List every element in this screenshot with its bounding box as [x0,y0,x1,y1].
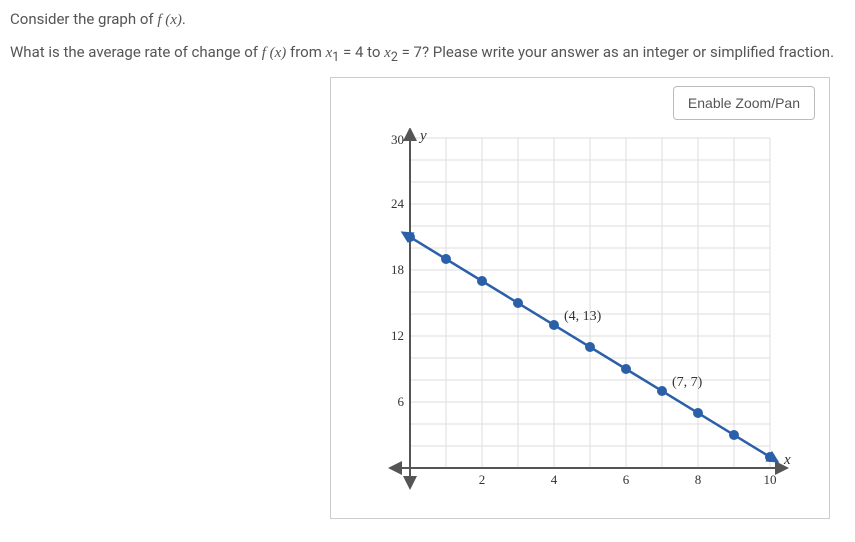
x-tick-6: 6 [623,472,630,487]
x-tick-8: 8 [695,472,702,487]
y-tick-6: 6 [398,394,405,409]
annotation-7-7: (7, 7) [672,375,703,390]
q-mid2: to [363,43,384,61]
y-tick-24: 24 [391,196,405,211]
y-tick-18: 18 [391,262,404,277]
intro-suffix: . [182,10,186,28]
intro-fn: f (x) [157,12,182,28]
q-sub2: 2 [391,50,398,65]
q-x2: x [384,45,391,61]
q-mid1: from [286,43,325,61]
q-prefix: What is the average rate of change of [10,43,262,61]
graph-panel: Enable Zoom/Pan [330,77,830,519]
chart-svg[interactable]: 30 24 18 12 6 2 4 6 8 10 y x [360,128,800,508]
intro-prefix: Consider the graph of [10,10,157,28]
q-eq2: = 7 [398,43,422,61]
y-tick-12: 12 [391,328,404,343]
q-fn: f (x) [262,45,287,61]
intro-text: Consider the graph of f (x). [10,10,845,29]
x-tick-10: 10 [764,472,777,487]
q-suffix: ? Please write your answer as an integer… [422,43,834,61]
grid [410,138,770,468]
y-axis-label: y [418,128,427,144]
zoom-pan-button[interactable]: Enable Zoom/Pan [673,86,815,120]
annotation-4-13: (4, 13) [564,309,602,324]
q-eq1: = 4 [339,43,363,61]
x-tick-4: 4 [551,472,558,487]
panel-toolbar: Enable Zoom/Pan [331,78,829,128]
x-tick-2: 2 [479,472,486,487]
question-text: What is the average rate of change of f … [10,43,845,65]
y-tick-30: 30 [391,132,404,147]
x-axis-label: x [783,452,791,468]
graph-wrap: 30 24 18 12 6 2 4 6 8 10 y x [331,128,829,508]
